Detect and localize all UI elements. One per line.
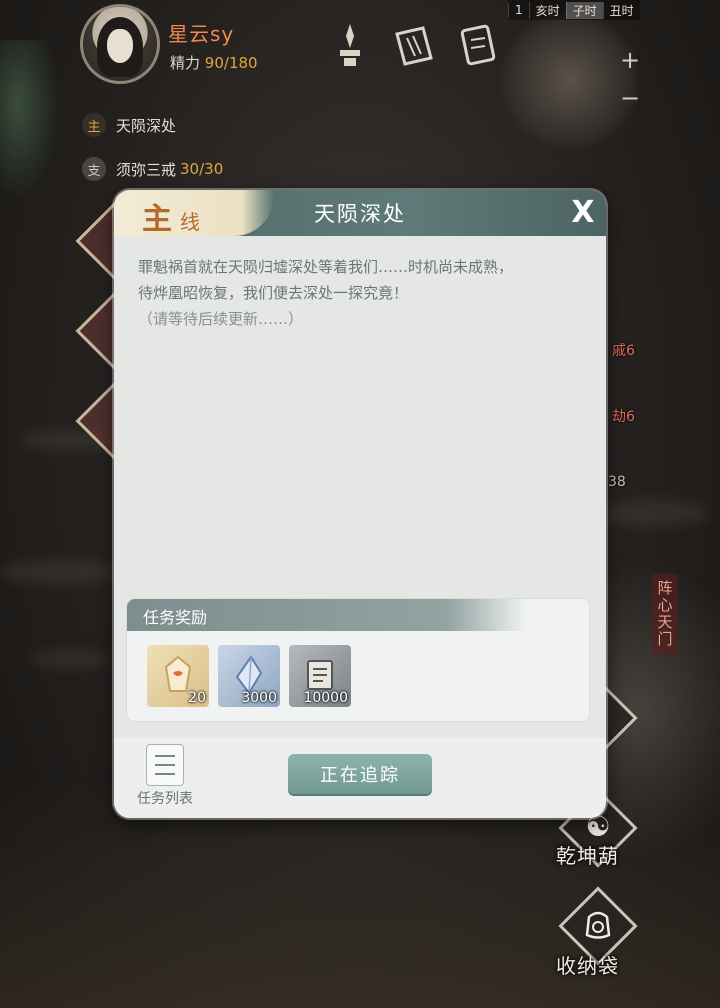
- right-badge: 劫6: [612, 409, 635, 425]
- tracking-button[interactable]: 正在追踪: [288, 754, 432, 794]
- formation-gate-banner[interactable]: 阵心天门: [652, 574, 678, 654]
- description-line: 待烨凰昭恢复，我们便去深处一探究竟！: [138, 284, 409, 302]
- tab-line-char: 线: [180, 210, 200, 234]
- player-avatar[interactable]: [80, 4, 160, 84]
- tab-main-char: 主: [142, 202, 172, 237]
- dialog-footer: 任务列表 正在追踪: [114, 738, 606, 818]
- quest-list-button[interactable]: 任务列表: [130, 744, 200, 810]
- quest-dialog: 主 线 天陨深处 X 罪魁祸首就在天陨归墟深处等着我们……时机尚未成熟， 待烨凰…: [114, 190, 606, 818]
- scroll-book-icon[interactable]: [392, 20, 436, 70]
- storage-bag-icon: [568, 894, 628, 954]
- cloud: [600, 500, 710, 526]
- right-badge: 戚6: [612, 343, 635, 359]
- blue-crystal-icon: [235, 655, 263, 695]
- dialog-title: 天陨深处: [314, 202, 406, 226]
- minimap-moon: [500, 10, 640, 150]
- main-quest-tag: 主: [82, 113, 106, 137]
- reward-item[interactable]: 3000: [218, 645, 280, 707]
- tracker-side-quest[interactable]: 支 须弥三戒 30/30: [82, 155, 223, 183]
- zoom-out-button[interactable]: −: [618, 86, 642, 110]
- time-slot-current: 子时: [565, 1, 603, 19]
- main-quest-name: 天陨深处: [116, 116, 177, 135]
- dragon-silhouette: [0, 40, 60, 200]
- avatar-face: [107, 29, 133, 63]
- gold-talisman-icon: [164, 655, 192, 692]
- storage-label[interactable]: 收纳袋: [556, 950, 619, 979]
- qiankun-label[interactable]: 乾坤葫: [556, 840, 619, 869]
- side-quest-tag: 支: [82, 157, 106, 181]
- time-slot: 丑时: [602, 1, 640, 19]
- reward-quantity: 20: [188, 690, 206, 706]
- stamina-label: 精力: [170, 54, 201, 72]
- right-badge: 38: [608, 474, 626, 490]
- reward-title: 任务奖励: [143, 608, 208, 627]
- description-line: 罪魁祸首就在天陨归墟深处等着我们……时机尚未成熟，: [138, 258, 514, 276]
- sword-altar-icon[interactable]: [328, 20, 372, 70]
- time-slot: 亥时: [528, 1, 566, 19]
- scroll-material-icon: [307, 660, 333, 690]
- reward-header: 任务奖励: [127, 599, 527, 631]
- player-name: 星云sy: [168, 22, 235, 46]
- side-quest-count: 30/30: [180, 160, 224, 178]
- close-button[interactable]: X: [566, 196, 600, 230]
- reward-quantity: 10000: [303, 690, 348, 706]
- cloud: [0, 560, 120, 584]
- quest-list-label: 任务列表: [137, 791, 193, 807]
- tracker-main-quest[interactable]: 主 天陨深处: [82, 111, 176, 139]
- scroll-map-icon[interactable]: [456, 20, 500, 70]
- stamina-readout: 精力 90/180: [170, 52, 258, 73]
- list-icon: [146, 744, 184, 786]
- zoom-in-button[interactable]: +: [618, 48, 642, 72]
- side-quest-name: 须弥三戒: [116, 160, 177, 179]
- reward-item[interactable]: 20: [147, 645, 209, 707]
- stamina-value: 90/180: [204, 54, 258, 72]
- description-note: （请等待后续更新……）: [138, 310, 304, 328]
- time-slot: 1: [508, 3, 529, 17]
- quest-description: 罪魁祸首就在天陨归墟深处等着我们……时机尚未成熟， 待烨凰昭恢复，我们便去深处一…: [138, 254, 590, 332]
- reward-quantity: 3000: [241, 690, 277, 706]
- reward-panel: 任务奖励 20 3000 10000: [126, 598, 590, 722]
- reward-item[interactable]: 10000: [289, 645, 351, 707]
- main-line-tab: 主 线: [114, 190, 274, 237]
- cloud: [30, 650, 110, 668]
- dialog-header: 主 线 天陨深处 X: [114, 190, 606, 237]
- time-of-day-bar: 1 亥时 子时 丑时: [508, 0, 640, 20]
